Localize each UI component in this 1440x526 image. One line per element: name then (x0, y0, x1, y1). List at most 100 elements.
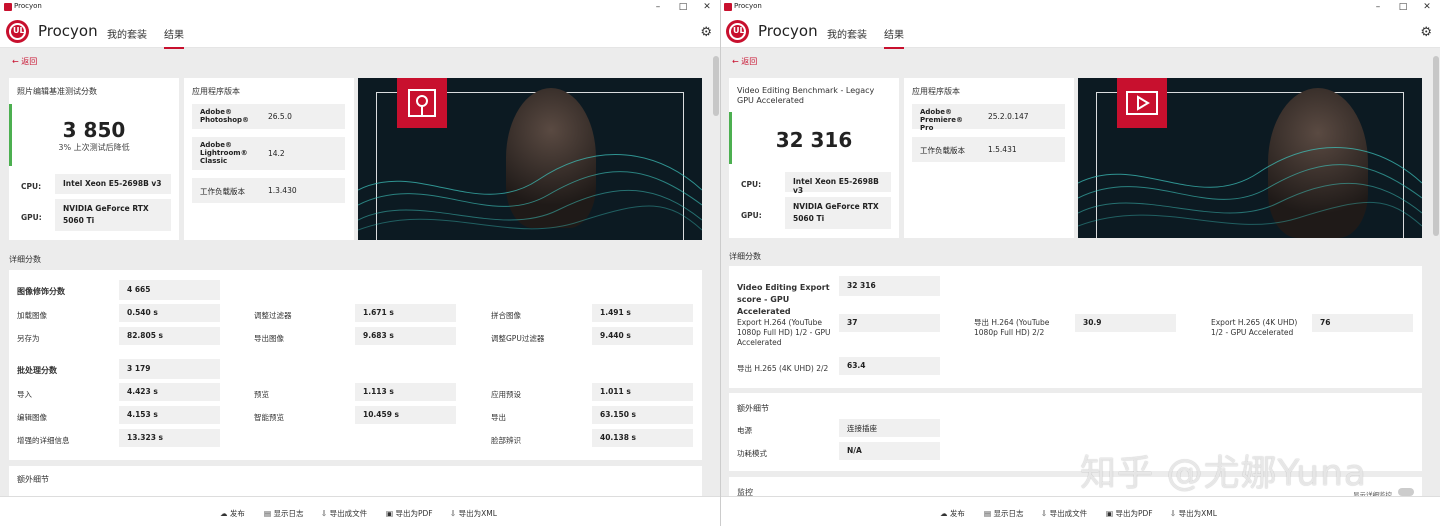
maximize-icon[interactable]: □ (1397, 1, 1409, 13)
metric-value: 9.440 s (592, 327, 693, 345)
metric-value: 9.683 s (355, 327, 456, 345)
group-label: 图像修饰分数 (17, 287, 65, 296)
app-name: Procyon (758, 22, 818, 40)
version-row: Adobe® Lightroom® Classic 14.2 (192, 137, 345, 170)
detail-scores-card: 图像修饰分数 4 665 加载图像 0.540 s 调整过滤器 1.671 s … (9, 270, 702, 460)
app-icon (4, 3, 12, 11)
group-score: 4 665 (119, 280, 220, 300)
cpu-value: Intel Xeon E5-2698B v3 (785, 172, 891, 195)
group-score: 32 316 (839, 276, 940, 296)
version-title: 应用程序版本 (912, 87, 960, 96)
ul-logo: UL (6, 20, 29, 43)
metric-value: 13.323 s (119, 429, 220, 447)
export-file-button[interactable]: ⇩ 导出成文件 (321, 508, 367, 519)
metric-label: 导出图像 (254, 334, 284, 343)
ul-logo: UL (726, 20, 749, 43)
nav-my-suites[interactable]: 我的套装 (827, 26, 867, 41)
version-title: 应用程序版本 (192, 87, 240, 96)
gear-icon[interactable]: ⚙ (700, 25, 712, 40)
metric-label: Export H.264 (YouTube 1080p Full HD) 1/2… (737, 318, 831, 347)
metric-label: 另存为 (17, 334, 40, 343)
group-label: 批处理分数 (17, 366, 57, 375)
metric-label: 智能预览 (254, 413, 284, 422)
maximize-icon[interactable]: □ (677, 1, 689, 13)
extra-details-title: 额外细节 (737, 404, 769, 413)
group-score: 3 179 (119, 359, 220, 379)
close-icon[interactable]: ✕ (701, 1, 713, 13)
nav-my-suites[interactable]: 我的套装 (107, 26, 147, 41)
photo-benchmark-icon (397, 78, 447, 128)
metric-value: 1.491 s (592, 304, 693, 322)
metric-label: 加载图像 (17, 311, 47, 320)
metric-label: 电源 (737, 426, 752, 435)
app-icon (724, 3, 732, 11)
gpu-label: GPU: (21, 213, 42, 222)
metric-value: 连接插座 (839, 419, 940, 437)
monitoring-toggle[interactable] (1398, 488, 1414, 496)
score-note: 3% 上次测试后降低 (58, 143, 130, 152)
detail-scores-title: 详细分数 (9, 255, 41, 264)
metric-label: 应用预设 (491, 390, 521, 399)
minimize-icon[interactable]: – (652, 1, 664, 13)
metric-value: 30.9 (1075, 314, 1176, 332)
export-pdf-button[interactable]: ▣ 导出为PDF (1106, 508, 1153, 519)
metric-value: 1.671 s (355, 304, 456, 322)
close-icon[interactable]: ✕ (1421, 1, 1433, 13)
export-xml-button[interactable]: ⇩ 导出为XML (450, 508, 497, 519)
app-version-card: 应用程序版本 Adobe® Premiere® Pro 25.2.0.147 工… (904, 78, 1074, 238)
score-card: 照片编辑基准测试分数 3 850 3% 上次测试后降低 CPU: Intel X… (9, 78, 179, 240)
metric-label: Export H.265 (4K UHD) 1/2 - GPU Accelera… (1211, 318, 1298, 337)
benchmark-banner-image (358, 78, 702, 240)
scrollbar[interactable] (1433, 56, 1439, 236)
title-bar: Procyon – □ ✕ (720, 0, 1440, 14)
metric-label: 预览 (254, 390, 269, 399)
scrollbar[interactable] (713, 56, 719, 116)
title-bar: Procyon – □ ✕ (0, 0, 720, 14)
metric-value: 1.011 s (592, 383, 693, 401)
publish-button[interactable]: ☁ 发布 (940, 508, 965, 519)
metric-value: 37 (839, 314, 940, 332)
app-header: UL Procyon 我的套装 结果 ⚙ (720, 14, 1440, 49)
metric-value: 63.150 s (592, 406, 693, 424)
app-version-card: 应用程序版本 Adobe® Photoshop® 26.5.0 Adobe® L… (184, 78, 354, 240)
score-title: 照片编辑基准测试分数 (17, 87, 97, 96)
version-row: 工作负载版本 1.3.430 (192, 178, 345, 203)
metric-value: 10.459 s (355, 406, 456, 424)
metric-value: 76 (1312, 314, 1413, 332)
show-log-button[interactable]: ▤ 显示日志 (264, 508, 303, 519)
gpu-label: GPU: (741, 211, 762, 220)
score-title: Video Editing Benchmark - Legacy GPU Acc… (737, 86, 875, 105)
gpu-value: NVIDIA GeForce RTX 5060 Ti (785, 197, 891, 229)
nav-results[interactable]: 结果 (164, 26, 184, 49)
nav-results[interactable]: 结果 (884, 26, 904, 49)
metric-label: 调整过滤器 (254, 311, 292, 320)
show-log-button[interactable]: ▤ 显示日志 (984, 508, 1023, 519)
back-link[interactable]: ← 返回 (732, 56, 757, 67)
cpu-label: CPU: (21, 182, 42, 191)
footer-toolbar: ☁ 发布 ▤ 显示日志 ⇩ 导出成文件 ▣ 导出为PDF ⇩ 导出为XML (720, 496, 1440, 526)
publish-button[interactable]: ☁ 发布 (220, 508, 245, 519)
detail-scores-title: 详细分数 (729, 252, 761, 261)
watermark-text: 知乎 @尤娜Yuna (1080, 453, 1367, 494)
export-pdf-button[interactable]: ▣ 导出为PDF (386, 508, 433, 519)
benchmark-banner-image (1078, 78, 1422, 238)
app-name: Procyon (38, 22, 98, 40)
group-label: Video Editing Export score - GPU Acceler… (737, 283, 830, 316)
back-link[interactable]: ← 返回 (12, 56, 37, 67)
gear-icon[interactable]: ⚙ (1420, 25, 1432, 40)
version-row: Adobe® Premiere® Pro 25.2.0.147 (912, 104, 1065, 132)
window-title: Procyon (14, 2, 42, 10)
video-benchmark-icon (1117, 78, 1167, 128)
metric-label: 脸部辨识 (491, 436, 521, 445)
metric-value: 4.153 s (119, 406, 220, 424)
score-value: 32 316 (775, 128, 853, 152)
metric-label: 导出 (491, 413, 506, 422)
export-xml-button[interactable]: ⇩ 导出为XML (1170, 508, 1217, 519)
cpu-label: CPU: (741, 180, 762, 189)
export-file-button[interactable]: ⇩ 导出成文件 (1041, 508, 1087, 519)
metric-label: 导出 H.264 (YouTube 1080p Full HD) 2/2 (974, 318, 1050, 337)
metric-label: 导入 (17, 390, 32, 399)
minimize-icon[interactable]: – (1372, 1, 1384, 13)
score-card: Video Editing Benchmark - Legacy GPU Acc… (729, 78, 899, 238)
metric-label: 功耗模式 (737, 449, 767, 458)
